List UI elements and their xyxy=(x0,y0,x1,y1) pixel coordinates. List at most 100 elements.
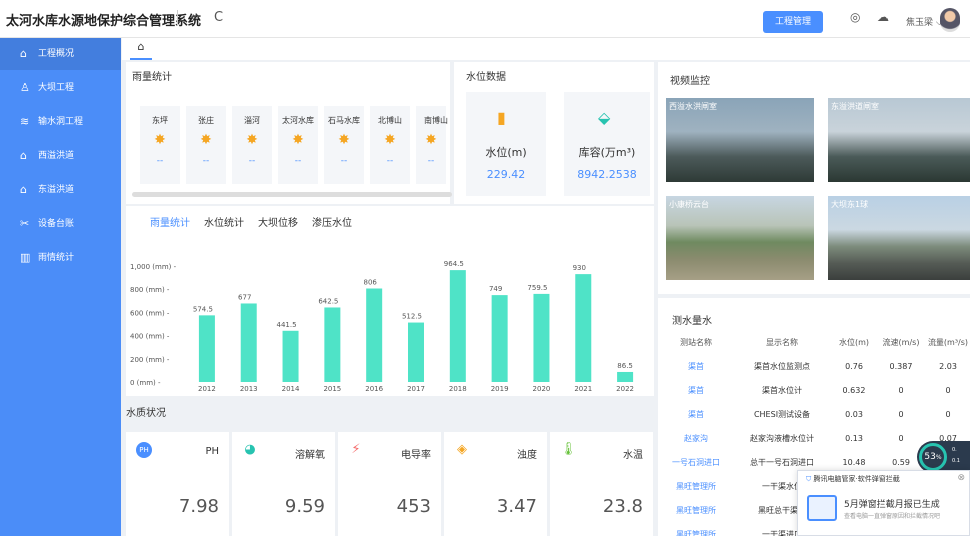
table-header-row: 测站名称 显示名称 水位(m) 流速(m/s) 流量(m³/s) xyxy=(660,330,970,354)
speed-value: 53 xyxy=(924,452,936,462)
station-link[interactable]: 渠首 xyxy=(660,378,732,402)
house-icon: ⌂ xyxy=(20,149,27,162)
rain-station-card: 淄河 ✸ -- xyxy=(232,106,272,184)
table-cell: 0 xyxy=(898,433,904,443)
station-value: -- xyxy=(427,156,435,166)
popup-notification[interactable]: ⛉ 腾讯电脑管家·软件弹窗拦截 ⊗ 5月弹窗拦截月报已生成 查看电脑一直弹窗原因… xyxy=(797,470,970,536)
refresh-icon[interactable]: C xyxy=(214,10,223,25)
water-drum-icon: ▮ xyxy=(497,108,506,127)
bar[interactable] xyxy=(366,288,383,382)
station-link[interactable]: 黑旺管理所 xyxy=(660,474,732,498)
rain-station-card: 石马水库 ✸ -- xyxy=(324,106,364,184)
bar[interactable] xyxy=(617,371,634,382)
bar[interactable] xyxy=(198,315,215,382)
sun-icon: ✸ xyxy=(338,132,350,148)
video-feed[interactable]: 西溢水洪闸室 xyxy=(666,98,814,182)
bar[interactable] xyxy=(282,330,299,382)
bar[interactable] xyxy=(533,293,550,382)
water-panel: 水位数据 ▮ 水位(m) 229.42 ⬙ 库容(万m³) 8942.2538 xyxy=(454,62,654,204)
table-cell: 0.13 xyxy=(845,433,863,443)
rain-station-card: 北博山 ✸ -- xyxy=(370,106,410,184)
bar[interactable] xyxy=(449,270,466,382)
video-feed[interactable]: 东溢洪道闸室 xyxy=(828,98,970,182)
sidebar-item-overview[interactable]: ⌂ 工程概况 xyxy=(0,38,121,70)
quality-value: 23.8 xyxy=(602,496,643,517)
horizontal-scrollbar[interactable] xyxy=(132,192,452,197)
project-management-button[interactable]: 工程管理 xyxy=(763,11,823,33)
sidebar-item-label: 西溢洪道 xyxy=(38,151,75,161)
notification-title: 腾讯电脑管家·软件弹窗拦截 xyxy=(813,475,900,483)
sidebar-item-rain-stats[interactable]: ▥ 雨情统计 xyxy=(0,242,121,274)
video-feed[interactable]: 大坝东1球 xyxy=(828,196,970,280)
data-label: 749 xyxy=(489,285,502,293)
bar[interactable] xyxy=(324,307,341,382)
table-cell: 0 xyxy=(898,385,904,395)
quality-header: 水质状况 xyxy=(126,398,654,430)
data-label: 441.5 xyxy=(277,321,297,329)
table-row[interactable]: 渠首 渠首水位监测点 0.76 0.387 2.03 xyxy=(660,354,970,378)
quality-card-ph: PH PH 7.98 xyxy=(126,432,229,536)
bar-chart-icon: ▥ xyxy=(20,251,31,264)
quality-value: 3.47 xyxy=(496,496,537,517)
notification-header: ⛉ 腾讯电脑管家·软件弹窗拦截 xyxy=(806,474,900,484)
station-value: -- xyxy=(294,156,302,166)
github-icon[interactable]: ◎ xyxy=(850,10,860,24)
sidebar-item-tunnel[interactable]: ≋ 输水洞工程 xyxy=(0,106,121,138)
y-tick-label: 200 (mm) - xyxy=(130,356,170,364)
quality-value: 9.59 xyxy=(284,496,325,517)
tab-home[interactable]: ⌂ xyxy=(130,40,152,60)
station-link[interactable]: 赵家沟 xyxy=(660,426,732,450)
bar[interactable] xyxy=(575,274,592,382)
data-label: 759.5 xyxy=(527,284,547,292)
table-cell: 0 xyxy=(898,409,904,419)
close-icon[interactable]: ⊗ xyxy=(957,473,965,483)
avatar[interactable] xyxy=(940,8,960,32)
station-link[interactable]: 黑旺管理所 xyxy=(660,522,732,536)
sun-icon: ✸ xyxy=(154,132,166,148)
sun-icon: ✸ xyxy=(292,132,304,148)
table-row[interactable]: 渠首 CHESI测试设备 0.03 0 0 xyxy=(660,402,970,426)
bar[interactable] xyxy=(240,303,257,382)
notification-subtext: 查看电脑一直弹窗原因和拦截情况吧 xyxy=(844,513,941,520)
network-speed-widget[interactable]: 53% 0. 0.1 xyxy=(917,441,970,473)
upload-speed: 0. xyxy=(952,447,957,453)
cloud-icon[interactable]: ☁ xyxy=(877,10,889,24)
x-tick-label: 2015 xyxy=(323,385,341,393)
rain-panel: 雨量统计 东坪 ✸ -- 张庄 ✸ -- 淄河 ✸ -- 太河水库 ✸ -- 石马水库 ✸ -- 北… xyxy=(126,62,452,204)
user-name[interactable]: 焦玉梁 ⌵ xyxy=(906,15,943,28)
data-label: 512.5 xyxy=(402,313,422,321)
video-feed[interactable]: 小康桥云台 xyxy=(666,196,814,280)
column-header: 测站名称 xyxy=(680,337,712,347)
water-level-label: 水位(m) xyxy=(485,146,527,159)
x-tick-label: 2022 xyxy=(616,385,634,393)
quality-card-oxygen: ◕ 溶解氧 9.59 xyxy=(232,432,335,536)
table-cell: 0 xyxy=(945,385,951,395)
sidebar-item-west-spillway[interactable]: ⌂ 西溢洪道 xyxy=(0,140,121,172)
station-link[interactable]: 渠首 xyxy=(660,354,732,378)
sidebar-item-dam[interactable]: ♙ 大坝工程 xyxy=(0,72,121,104)
video-panel: 视频监控 西溢水洪闸室 东溢洪道闸室 小康桥云台 大坝东1球 xyxy=(658,62,970,294)
station-link[interactable]: 渠首 xyxy=(660,402,732,426)
sidebar-item-equipment[interactable]: ✂ 设备台账 xyxy=(0,208,121,240)
bar[interactable] xyxy=(491,295,508,382)
rain-station-card: 南博山 ✸ -- xyxy=(416,106,448,184)
station-link[interactable]: 一号石洞进口 xyxy=(660,450,732,474)
video-caption: 大坝东1球 xyxy=(831,200,869,209)
x-tick-label: 2020 xyxy=(533,385,551,393)
sidebar-item-label: 东溢洪道 xyxy=(38,185,75,195)
station-link[interactable]: 黑旺管理所 xyxy=(660,498,732,522)
y-tick-label: 800 (mm) - xyxy=(130,286,170,294)
quality-card-conductivity: ⚡ 电导率 453 xyxy=(338,432,441,536)
app-title: 太河水库水源地保护综合管理系统 xyxy=(6,14,202,29)
station-value: -- xyxy=(386,156,394,166)
bar[interactable] xyxy=(408,322,424,382)
table-row[interactable]: 渠首 渠首水位计 0.632 0 0 xyxy=(660,378,970,402)
station-value: -- xyxy=(202,156,210,166)
sun-icon: ✸ xyxy=(246,132,258,148)
sidebar-item-east-spillway[interactable]: ⌂ 东溢洪道 xyxy=(0,174,121,206)
tools-icon: ✂ xyxy=(20,217,30,230)
station-value: -- xyxy=(340,156,348,166)
collapse-icon[interactable]: « xyxy=(190,10,198,25)
y-tick-label: 600 (mm) - xyxy=(130,309,170,317)
top-bar: 太河水库水源地保护综合管理系统 « C 工程管理 ◎ ☁ 焦玉梁 ⌵ xyxy=(0,0,970,38)
